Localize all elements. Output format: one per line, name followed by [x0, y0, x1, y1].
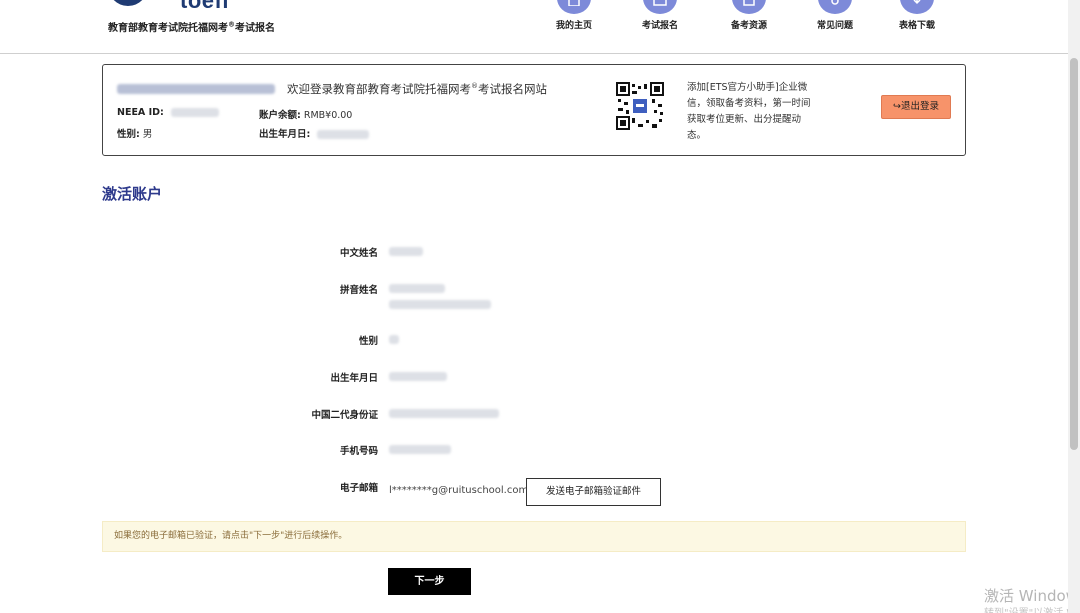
birth-redacted	[317, 130, 370, 139]
qr-description: 添加[ETS官方小助手]企业微信，领取备考资料，第一时间获取考位更新、出分提醒动…	[687, 82, 811, 141]
email-label: 电子邮箱	[339, 483, 378, 494]
pinyin-name-label: 拼音姓名	[339, 285, 378, 296]
nav-item-download[interactable]: 表格下载	[887, 0, 947, 40]
windows-activation-watermark: 激活 Windows	[984, 587, 1080, 605]
next-button[interactable]: 下一步	[388, 568, 471, 595]
balance-row: 账户余额: RMB¥0.00	[259, 107, 352, 121]
send-verification-email-button[interactable]: 发送电子邮箱验证邮件	[526, 478, 661, 506]
gender-value: 男	[142, 129, 153, 140]
balance-label: 账户余额:	[259, 110, 301, 121]
resources-icon	[732, 0, 766, 14]
nav-label-register: 考试报名	[641, 21, 678, 31]
pinyin-given-name-redacted	[389, 300, 491, 309]
nav-label-resources: 备考资源	[730, 21, 767, 31]
register-icon	[643, 0, 677, 14]
pinyin-surname-redacted	[389, 284, 445, 293]
gender-row: 性别: 男	[117, 126, 152, 140]
page-scrollbar[interactable]	[1068, 0, 1080, 613]
nav-label-faq: 常见问题	[816, 21, 853, 31]
phone-redacted	[389, 445, 451, 454]
logout-button[interactable]: ↪退出登录	[881, 95, 951, 119]
neea-id-label: NEEA ID:	[117, 107, 164, 118]
balance-value: RMB¥0.00	[303, 110, 353, 121]
email-value: l********g@ruituschool.com	[389, 485, 529, 496]
phone-label: 手机号码	[339, 446, 378, 457]
nav-item-faq[interactable]: 常见问题	[805, 0, 865, 40]
scrollbar-thumb[interactable]	[1070, 58, 1078, 450]
qr-code-icon	[616, 82, 664, 130]
username-redacted	[117, 84, 275, 94]
main-nav: 我的主页 考试报名 备考资源 常见问题 表格下载	[0, 0, 1068, 54]
gender-field-redacted	[389, 335, 399, 344]
notice-banner: 如果您的电子邮箱已验证，请点击"下一步"进行后续操作。	[102, 521, 966, 552]
download-icon	[900, 0, 934, 14]
id-card-redacted	[389, 409, 499, 418]
windows-activation-hint: 转到"设置"以激活 Windows。	[984, 604, 1080, 613]
page-title: 激活账户	[102, 185, 163, 203]
id-card-label: 中国二代身份证	[311, 410, 378, 421]
faq-icon	[818, 0, 852, 14]
chinese-name-redacted	[389, 247, 423, 256]
logout-icon: ↪	[893, 101, 901, 112]
birth-field-redacted	[389, 372, 447, 381]
nav-label-download: 表格下载	[898, 21, 935, 31]
home-icon	[557, 0, 591, 14]
chinese-name-label: 中文姓名	[339, 248, 378, 259]
nav-item-register[interactable]: 考试报名	[630, 0, 690, 40]
welcome-message: 欢迎登录教育部教育考试院托福网考®考试报名网站	[287, 82, 547, 96]
gender-field-label: 性别	[358, 336, 378, 347]
neea-id-redacted	[170, 108, 219, 117]
birth-field-label: 出生年月日	[330, 373, 378, 384]
nav-label-home: 我的主页	[555, 21, 592, 31]
gender-label: 性别:	[117, 129, 140, 140]
site-header: toefl 教育部教育考试院托福网考®考试报名 我的主页 考试报名 备考资源 常…	[0, 0, 1068, 54]
birth-row: 出生年月日:	[259, 126, 370, 140]
nav-item-home[interactable]: 我的主页	[544, 0, 604, 40]
neea-id-row: NEEA ID:	[117, 107, 219, 118]
nav-item-resources[interactable]: 备考资源	[719, 0, 779, 40]
birth-label: 出生年月日:	[259, 129, 311, 140]
page: toefl 教育部教育考试院托福网考®考试报名 我的主页 考试报名 备考资源 常…	[0, 0, 1080, 613]
user-info-panel: 欢迎登录教育部教育考试院托福网考®考试报名网站 NEEA ID: 账户余额: R…	[102, 64, 966, 156]
